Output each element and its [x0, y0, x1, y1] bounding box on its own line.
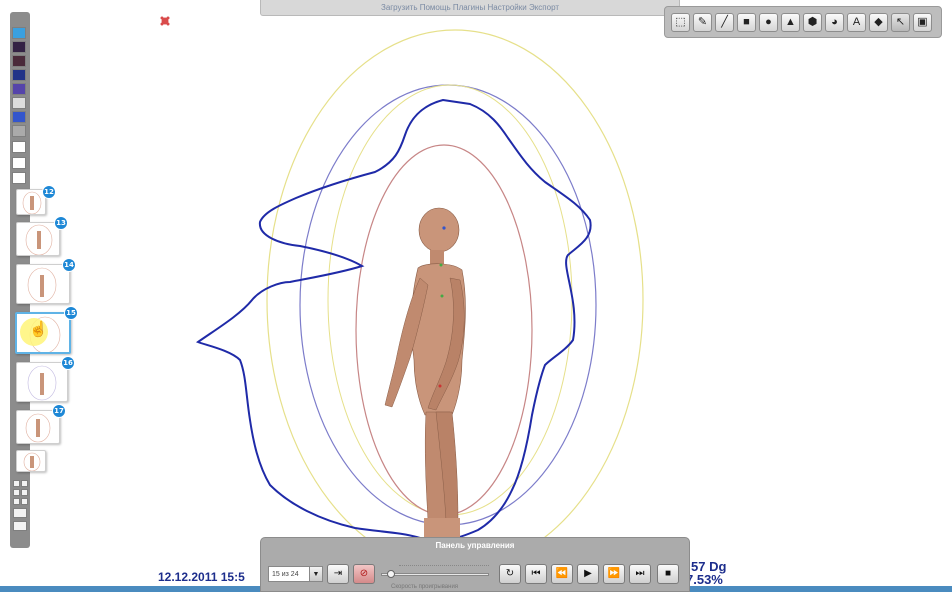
rewind-button[interactable]: ⏪ [551, 564, 573, 584]
session-timestamp: 12.12.2011 15:5 [158, 570, 245, 584]
last-button[interactable]: ⏭ [629, 564, 651, 584]
human-figure [384, 207, 466, 538]
body-colored-icon[interactable] [12, 55, 26, 67]
slide-thumbnail[interactable] [16, 264, 70, 304]
playback-progress-track[interactable] [381, 570, 489, 578]
grid-view-icon[interactable] [21, 498, 28, 505]
record-off-button[interactable]: ⊘ [353, 564, 375, 584]
blank-slide-icon[interactable] [12, 141, 26, 153]
timeline-ruler [399, 560, 489, 566]
image-icon[interactable] [12, 125, 26, 137]
slide-badge: 14 [62, 258, 76, 272]
slide-thumbnail[interactable] [16, 450, 46, 472]
chakra-icon[interactable] [12, 69, 26, 81]
slide-thumbnail[interactable] [16, 362, 68, 402]
slide-badge: 13 [54, 216, 68, 230]
app-canvas[interactable]: Загрузить Помощь Плагины Настройки Экспо… [0, 0, 952, 592]
slide-badge: 15 [64, 306, 78, 320]
grid-view-icon[interactable] [21, 480, 28, 487]
grid-view-icon[interactable] [13, 489, 20, 496]
doc-slide-icon[interactable] [12, 172, 26, 184]
chevron-down-icon[interactable]: ▼ [309, 566, 323, 582]
add-slide-icon[interactable] [13, 508, 27, 518]
first-button[interactable]: ⏮ [525, 564, 547, 584]
chart-slide-icon[interactable] [12, 157, 26, 169]
aura-visualization [195, 29, 644, 571]
remove-slide-icon[interactable] [13, 521, 27, 531]
diagram-icon[interactable] [12, 83, 26, 95]
fast-forward-button[interactable]: ⏩ [603, 564, 625, 584]
grid-view-icon[interactable] [13, 480, 20, 487]
refresh-button[interactable]: ↻ [499, 564, 521, 584]
control-panel-title: Панель управления [435, 541, 515, 550]
slide-badge: 12 [42, 185, 56, 199]
grid-view-icon[interactable] [21, 489, 28, 496]
playback-progress-knob[interactable] [386, 570, 395, 578]
grid-view-icon[interactable] [13, 498, 20, 505]
aura-icon[interactable] [12, 111, 26, 123]
export-button[interactable]: ⇥ [327, 564, 349, 584]
hand-cursor-icon: ☝ [29, 321, 48, 338]
stop-button[interactable]: ■ [657, 564, 679, 584]
slide-badge: 16 [61, 356, 75, 370]
slide-thumbnail[interactable] [16, 222, 60, 256]
playback-control-panel: Панель управления 15 из 24 ▼ ⇥ ⊘ Скорост… [260, 537, 690, 592]
slide-badge: 17 [52, 404, 66, 418]
percent-readout: 7.53% [686, 572, 723, 587]
tree-icon[interactable] [12, 97, 26, 109]
body-front-icon[interactable] [12, 41, 26, 53]
playback-speed-label: Скорость проигрывания [391, 584, 459, 590]
tool-slot-icon[interactable] [12, 27, 26, 39]
play-button[interactable]: ▶ [577, 564, 599, 584]
